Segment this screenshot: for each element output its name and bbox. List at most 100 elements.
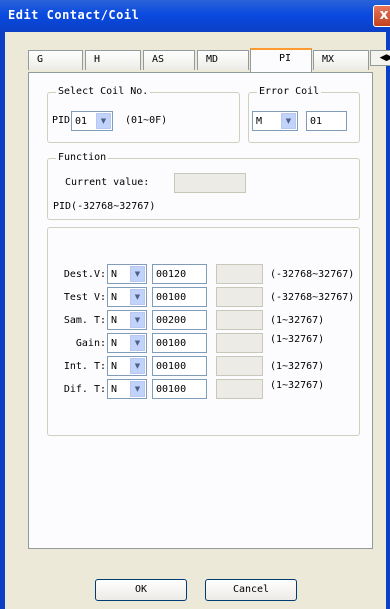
chevron-down-icon[interactable]: ▼ <box>130 289 145 305</box>
param-label: Dest.V: <box>63 269 106 280</box>
param-label: Gain: <box>75 338 106 349</box>
param-type-value: N <box>111 315 118 326</box>
param-label: Test V: <box>63 292 106 303</box>
current-value-label: Current value: <box>65 177 150 188</box>
param-readout <box>216 287 263 307</box>
close-icon: x <box>379 7 389 23</box>
param-value: 00100 <box>156 361 187 372</box>
param-value: 00100 <box>156 384 187 395</box>
parameters-group: Dest.V: N ▼ 00120 (-32768~32767) Test V:… <box>47 227 360 436</box>
param-row-dest-v: Dest.V: N ▼ 00120 (-32768~32767) <box>48 264 361 284</box>
pi-tab-page: Select Coil No. PID 01 ▼ (01~0F) Error C… <box>28 72 373 549</box>
pid-prefix-label: PID <box>52 115 71 126</box>
tab-label: H <box>94 54 101 65</box>
coil-number-value: 01 <box>75 116 88 127</box>
param-row-gain: Gain: N ▼ 00100 (1~32767) <box>48 333 361 353</box>
param-readout <box>216 333 263 353</box>
param-type-select[interactable]: N ▼ <box>107 310 147 330</box>
param-value-input[interactable]: 00100 <box>152 356 207 376</box>
error-coil-number-value: 01 <box>310 116 323 127</box>
chevron-down-icon[interactable]: ▼ <box>96 113 111 129</box>
param-value: 00100 <box>156 292 187 303</box>
chevron-down-icon[interactable]: ▼ <box>130 312 145 328</box>
window-frame-left <box>0 32 5 609</box>
param-value: 00200 <box>156 315 187 326</box>
param-type-value: N <box>111 269 118 280</box>
tab-label: AS <box>152 54 165 65</box>
current-value-field <box>174 173 246 193</box>
tab-label: MD <box>206 54 219 65</box>
tab-label: G <box>37 54 44 65</box>
param-type-value: N <box>111 361 118 372</box>
param-label: Int. T: <box>63 361 106 372</box>
chevron-down-icon[interactable]: ▼ <box>281 113 296 129</box>
param-type-value: N <box>111 384 118 395</box>
param-value-input[interactable]: 00100 <box>152 287 207 307</box>
coil-range-label: (01~0F) <box>125 115 168 126</box>
chevron-down-icon[interactable]: ▼ <box>130 335 145 351</box>
function-legend: Function <box>56 152 109 164</box>
tab-scroll-arrows[interactable]: ◀▶ <box>370 50 390 66</box>
window-frame-right <box>386 32 390 609</box>
param-value-input[interactable]: 00100 <box>152 379 207 399</box>
param-value-input[interactable]: 00100 <box>152 333 207 353</box>
select-coil-legend: Select Coil No. <box>56 86 151 98</box>
param-value-input[interactable]: 00120 <box>152 264 207 284</box>
tab-label: PI <box>279 53 292 64</box>
chevron-down-icon[interactable]: ▼ <box>130 358 145 374</box>
cancel-button[interactable]: Cancel <box>205 579 297 601</box>
param-readout <box>216 310 263 330</box>
error-coil-group: Error Coil M ▼ 01 <box>248 86 360 143</box>
param-range: (-32768~32767) <box>270 269 355 280</box>
param-value-input[interactable]: 00200 <box>152 310 207 330</box>
tab-as[interactable]: AS <box>143 50 195 70</box>
tab-g[interactable]: G <box>28 50 83 70</box>
param-row-sam-t: Sam. T: N ▼ 00200 (1~32767) <box>48 310 361 330</box>
param-range: (1~32767) <box>270 315 325 326</box>
title-bar[interactable]: Edit Contact/Coil x <box>0 0 390 32</box>
window-title: Edit Contact/Coil <box>8 8 140 22</box>
select-coil-group: Select Coil No. PID 01 ▼ (01~0F) <box>47 86 240 143</box>
function-group: Function Current value: PID(-32768~32767… <box>47 152 360 220</box>
tab-mx[interactable]: MX <box>313 50 369 70</box>
error-coil-legend: Error Coil <box>257 86 322 98</box>
param-readout <box>216 356 263 376</box>
param-row-test-v: Test V: N ▼ 00100 (-32768~32767) <box>48 287 361 307</box>
tab-scroll-right-icon[interactable]: ▶ <box>387 53 390 63</box>
param-value: 00100 <box>156 338 187 349</box>
error-coil-type-value: M <box>256 116 263 127</box>
param-readout <box>216 379 263 399</box>
param-label: Sam. T: <box>63 315 106 326</box>
param-type-select[interactable]: N ▼ <box>107 333 147 353</box>
tab-scroll-left-icon[interactable]: ◀ <box>380 53 387 63</box>
error-coil-number-input[interactable]: 01 <box>306 111 347 131</box>
tab-pi[interactable]: PI <box>250 48 312 72</box>
tab-strip: G H AS MD PI MX ◀▶ <box>28 48 390 72</box>
param-range: (1~32767) <box>270 380 325 391</box>
ok-button[interactable]: OK <box>95 579 187 601</box>
tab-label: MX <box>322 54 335 65</box>
edit-contact-coil-dialog: Edit Contact/Coil x G H AS MD PI MX ◀▶ S… <box>0 0 390 609</box>
coil-number-select[interactable]: 01 ▼ <box>71 111 113 131</box>
param-range: (-32768~32767) <box>270 292 355 303</box>
param-range: (1~32767) <box>270 334 325 345</box>
tab-h[interactable]: H <box>85 50 141 70</box>
param-type-select[interactable]: N ▼ <box>107 379 147 399</box>
param-value: 00120 <box>156 269 187 280</box>
cancel-button-label: Cancel <box>232 584 270 595</box>
param-type-value: N <box>111 338 118 349</box>
param-range: (1~32767) <box>270 361 325 372</box>
param-type-select[interactable]: N ▼ <box>107 356 147 376</box>
tab-md[interactable]: MD <box>197 50 249 70</box>
ok-button-label: OK <box>134 584 148 595</box>
param-type-select[interactable]: N ▼ <box>107 287 147 307</box>
close-button[interactable]: x <box>373 5 390 27</box>
chevron-down-icon[interactable]: ▼ <box>130 266 145 282</box>
param-type-select[interactable]: N ▼ <box>107 264 147 284</box>
chevron-down-icon[interactable]: ▼ <box>130 381 145 397</box>
param-readout <box>216 264 263 284</box>
param-row-int-t: Int. T: N ▼ 00100 (1~32767) <box>48 356 361 376</box>
param-type-value: N <box>111 292 118 303</box>
error-coil-type-select[interactable]: M ▼ <box>252 111 298 131</box>
param-row-dif-t: Dif. T: N ▼ 00100 (1~32767) <box>48 379 361 399</box>
